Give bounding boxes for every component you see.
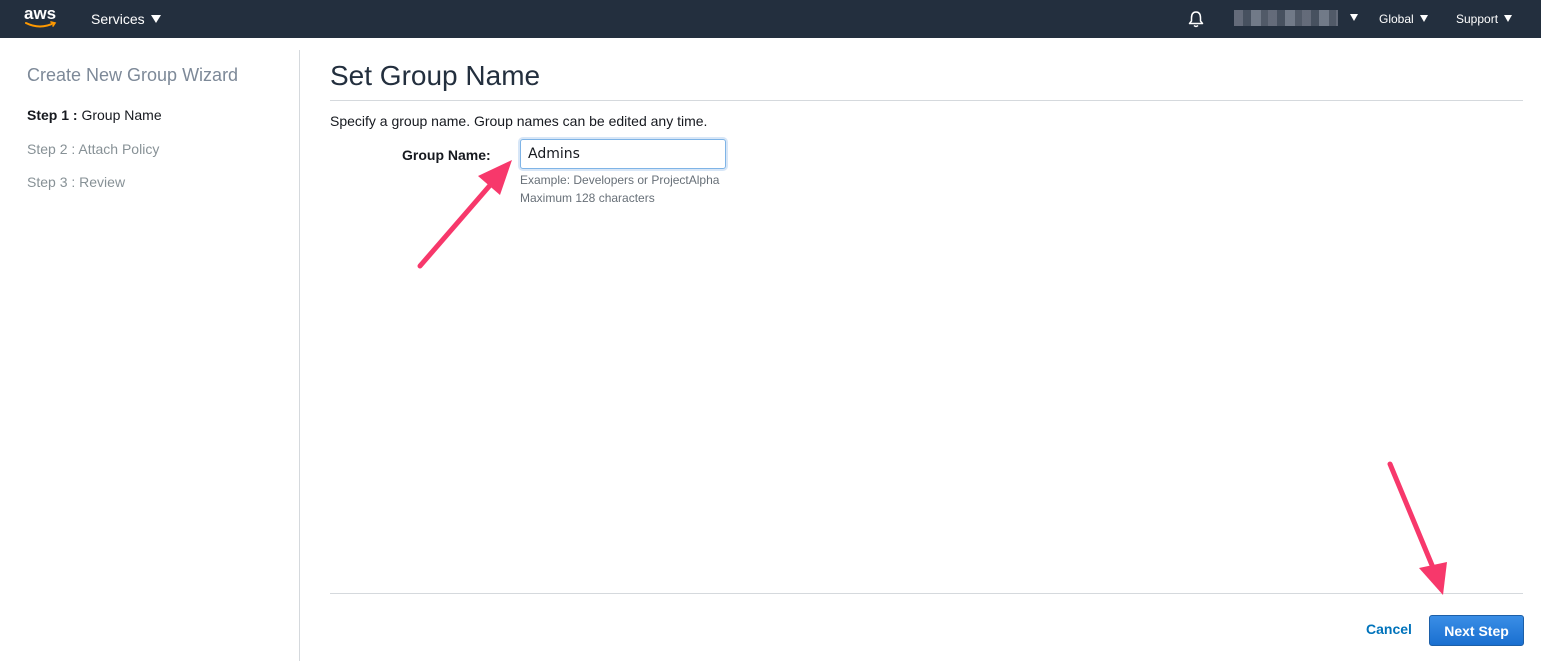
account-menu-toggle[interactable]: [1344, 0, 1358, 38]
bell-icon[interactable]: [1186, 9, 1206, 29]
intro-text: Specify a group name. Group names can be…: [330, 113, 708, 129]
step-label: Group Name: [81, 107, 162, 123]
group-name-label: Group Name:: [402, 147, 491, 163]
step-prefix: Step 1 :: [27, 107, 78, 123]
chevron-down-icon: [1504, 15, 1513, 23]
annotation-arrow-to-next-button: [1387, 461, 1447, 595]
support-label: Support: [1456, 12, 1499, 26]
region-menu[interactable]: Global: [1379, 0, 1428, 38]
wizard-step-attach-policy[interactable]: Step 2 : Attach Policy: [27, 141, 159, 157]
cancel-button[interactable]: Cancel: [1366, 621, 1412, 637]
step-prefix: Step 2 :: [27, 141, 76, 157]
group-name-input[interactable]: [520, 139, 726, 169]
page-title: Set Group Name: [330, 60, 541, 91]
top-navigation-bar: aws Services Global Support: [0, 0, 1541, 38]
step-label: Review: [79, 174, 126, 190]
account-name-redacted[interactable]: [1234, 10, 1338, 26]
chevron-down-icon: [1350, 14, 1358, 22]
aws-smile-icon: [25, 21, 57, 28]
step-label: Attach Policy: [78, 141, 160, 157]
footer-divider: [330, 593, 1523, 594]
chevron-down-icon: [150, 15, 161, 24]
wizard-title: Create New Group Wizard: [27, 65, 239, 85]
services-label: Services: [91, 11, 145, 27]
title-divider: [330, 100, 1523, 101]
support-menu[interactable]: Support: [1456, 0, 1513, 38]
step-prefix: Step 3 :: [27, 174, 76, 190]
next-step-button[interactable]: Next Step: [1429, 615, 1524, 646]
chevron-down-icon: [1419, 15, 1428, 23]
wizard-step-group-name[interactable]: Step 1 : Group Name: [27, 107, 162, 123]
group-name-example-hint: Example: Developers or ProjectAlpha: [520, 173, 720, 187]
group-name-max-length-hint: Maximum 128 characters: [520, 191, 655, 205]
region-label: Global: [1379, 12, 1414, 26]
aws-logo[interactable]: aws: [24, 4, 60, 32]
wizard-sidebar: Create New Group Wizard Step 1 : Group N…: [0, 50, 300, 661]
annotation-arrow-to-input: [417, 160, 512, 269]
services-menu[interactable]: Services: [91, 0, 161, 38]
wizard-step-review[interactable]: Step 3 : Review: [27, 174, 125, 190]
